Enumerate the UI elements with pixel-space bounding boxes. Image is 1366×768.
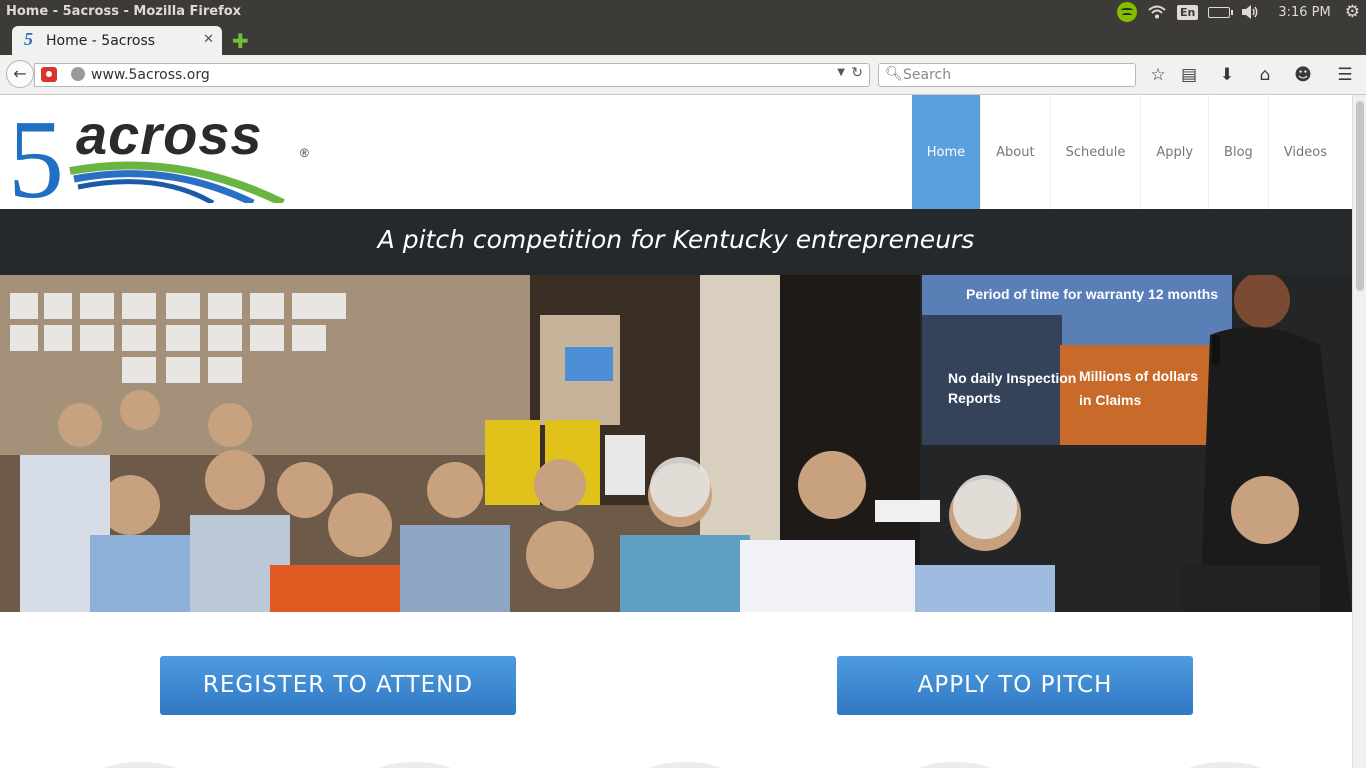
search-bar[interactable]: 🔍︎ (878, 63, 1136, 87)
system-tray: En 3:16 PM ⚙ (1107, 0, 1366, 24)
browser-tab-active[interactable]: 5 Home - 5across ✕ (12, 26, 222, 55)
logo-digit: 5 (8, 99, 64, 203)
volume-icon[interactable] (1240, 0, 1260, 24)
reading-list-icon[interactable]: ▤ (1178, 64, 1200, 86)
site-header: 5 across ® Home About Schedule Apply Blo… (0, 95, 1352, 222)
call-to-action-section: REGISTER TO ATTEND APPLY TO PITCH (0, 612, 1352, 768)
keyboard-layout-indicator[interactable]: En (1177, 0, 1199, 24)
battery-icon[interactable] (1208, 0, 1234, 24)
web-page: 5 across ® Home About Schedule Apply Blo… (0, 95, 1352, 768)
register-to-attend-button[interactable]: REGISTER TO ATTEND (160, 656, 516, 715)
decorative-circle (640, 762, 730, 768)
hero-photo: Period of time for warranty 12 months No… (0, 275, 1352, 612)
decorative-circle (1180, 762, 1270, 768)
nav-item-home[interactable]: Home (911, 95, 981, 209)
home-icon[interactable]: ⌂ (1254, 64, 1276, 86)
url-bar[interactable]: www.5across.org ▼ ↻ (34, 63, 870, 87)
site-logo[interactable]: 5 across ® (8, 98, 318, 222)
gear-icon[interactable]: ⚙ (1345, 2, 1360, 22)
slide-right-text-2: in Claims (1079, 392, 1141, 408)
favicon-5across-icon: 5 (24, 29, 33, 49)
clock[interactable]: 3:16 PM (1278, 5, 1330, 20)
search-input[interactable] (903, 66, 1129, 84)
globe-icon[interactable] (71, 67, 85, 81)
wifi-icon[interactable] (1147, 0, 1167, 24)
decorative-circle (910, 762, 1000, 768)
logo-word: across (76, 103, 263, 166)
page-scrollbar[interactable] (1352, 95, 1366, 768)
nav-item-blog[interactable]: Blog (1208, 95, 1268, 209)
slide-right-text-1: Millions of dollars (1079, 368, 1198, 384)
back-arrow-icon[interactable]: ← (6, 60, 34, 88)
url-dropdown-icon[interactable]: ▼ (837, 67, 845, 78)
browser-navbar: ← www.5across.org ▼ ↻ 🔍︎ ☆ ▤ ⬇ ⌂ ☻ ☰ (0, 55, 1366, 95)
menu-icon[interactable]: ☰ (1334, 64, 1356, 86)
nav-item-apply[interactable]: Apply (1140, 95, 1208, 209)
tagline-text: A pitch competition for Kentucky entrepr… (377, 225, 975, 254)
scrollbar-thumb[interactable] (1356, 101, 1364, 291)
nav-item-schedule[interactable]: Schedule (1049, 95, 1141, 209)
decorative-circle (370, 762, 460, 768)
nav-item-about[interactable]: About (980, 95, 1049, 209)
main-nav: Home About Schedule Apply Blog Videos (911, 95, 1342, 209)
tagline-bar: A pitch competition for Kentucky entrepr… (0, 209, 1352, 275)
close-tab-icon[interactable]: ✕ (203, 32, 214, 47)
spotify-icon[interactable] (1117, 0, 1137, 24)
reload-icon[interactable]: ↻ (851, 65, 863, 81)
slide-left-text-2: Reports (948, 390, 1001, 406)
download-icon[interactable]: ⬇ (1216, 64, 1238, 86)
url-text[interactable]: www.5across.org (91, 67, 210, 83)
slide-title: Period of time for warranty 12 months (966, 286, 1218, 302)
nav-item-videos[interactable]: Videos (1267, 95, 1342, 209)
os-top-panel: Home - 5across - Mozilla Firefox En 3:16… (0, 0, 1366, 24)
browser-tabbar: 5 Home - 5across ✕ ✚ (0, 24, 1366, 55)
search-icon: 🔍︎ (885, 66, 903, 82)
window-title: Home - 5across - Mozilla Firefox (6, 4, 242, 19)
logo-registered-mark: ® (300, 146, 309, 160)
apply-to-pitch-button[interactable]: APPLY TO PITCH (837, 656, 1193, 715)
bookmark-star-icon[interactable]: ☆ (1147, 64, 1169, 86)
slide-left-text-1: No daily Inspection (948, 370, 1076, 386)
new-tab-plus-icon[interactable]: ✚ (232, 29, 249, 53)
decorative-circle (95, 762, 185, 768)
chat-icon[interactable]: ☻ (1292, 64, 1314, 86)
screenshot-extension-icon[interactable] (41, 67, 57, 82)
tab-title: Home - 5across (46, 33, 156, 49)
